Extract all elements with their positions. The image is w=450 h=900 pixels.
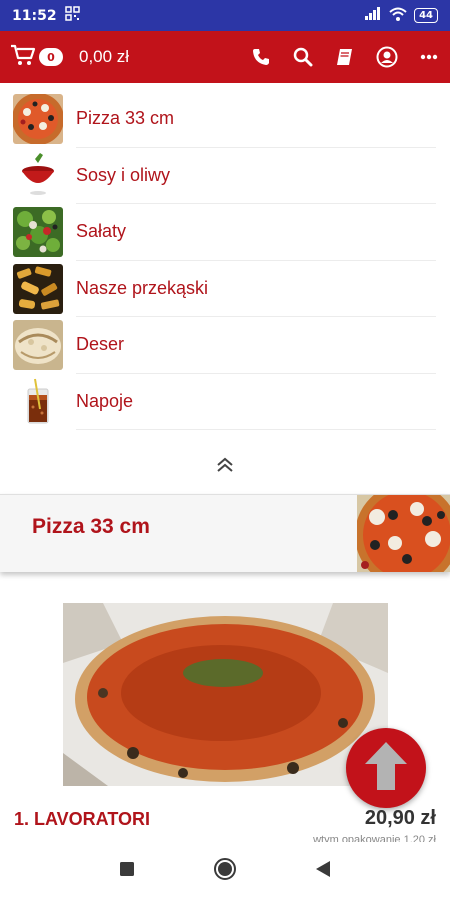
product-price: 20,90 zł — [364, 807, 436, 829]
category-label: Pizza 33 cm — [76, 91, 436, 148]
category-item-drinks[interactable]: Napoje — [0, 374, 450, 430]
home-icon[interactable] — [213, 857, 237, 885]
status-bar: 11:52 44 — [0, 0, 450, 31]
category-label: Sałaty — [76, 204, 436, 261]
arrow-up-icon — [363, 740, 409, 796]
system-nav-bar — [0, 842, 450, 900]
section-pizza-image — [357, 495, 450, 572]
qr-icon — [64, 6, 80, 25]
collapse-categories-button[interactable] — [0, 440, 450, 494]
signal-icon — [364, 7, 382, 24]
book-icon[interactable] — [334, 46, 356, 68]
pizza-thumbnail — [13, 94, 63, 145]
category-label: Sosy i oliwy — [76, 148, 436, 204]
app-bar: 0 0,00 zł — [0, 31, 450, 83]
category-item-snacks[interactable]: Nasze przekąski — [0, 261, 450, 317]
category-item-pizza[interactable]: Pizza 33 cm — [0, 91, 450, 148]
recent-apps-icon[interactable] — [119, 861, 135, 881]
category-list: Pizza 33 cm Sosy i oliwy Sałaty Nasze pr… — [0, 91, 450, 430]
cart-count-badge: 0 — [39, 48, 63, 66]
search-icon[interactable] — [292, 46, 314, 68]
double-chevron-up-icon — [216, 457, 234, 477]
snack-thumbnail — [13, 263, 63, 314]
category-item-salads[interactable]: Sałaty — [0, 204, 450, 261]
scroll-to-top-button[interactable] — [346, 728, 426, 808]
dessert-thumbnail — [13, 320, 63, 371]
product-image[interactable] — [63, 603, 388, 786]
product-name[interactable]: 1. LAVORATORI — [14, 809, 150, 830]
back-icon[interactable] — [315, 860, 331, 882]
phone-icon[interactable] — [250, 46, 272, 68]
section-banner: Pizza 33 cm — [0, 494, 450, 572]
account-icon[interactable] — [376, 46, 398, 68]
salad-thumbnail — [13, 207, 63, 258]
category-label: Napoje — [76, 374, 436, 430]
category-item-sauces[interactable]: Sosy i oliwy — [0, 148, 450, 204]
category-label: Nasze przekąski — [76, 261, 436, 317]
battery-icon: 44 — [414, 8, 438, 23]
more-icon[interactable] — [418, 46, 440, 68]
status-time: 11:52 — [12, 7, 57, 24]
section-title: Pizza 33 cm — [32, 515, 150, 538]
cart-icon — [10, 43, 36, 71]
cart-total: 0,00 zł — [79, 47, 130, 66]
category-label: Deser — [76, 317, 436, 374]
wifi-icon — [389, 7, 407, 25]
drink-thumbnail — [13, 376, 63, 427]
sauce-thumbnail — [13, 150, 63, 201]
cart-button[interactable]: 0 — [10, 43, 63, 71]
category-item-dessert[interactable]: Deser — [0, 317, 450, 374]
